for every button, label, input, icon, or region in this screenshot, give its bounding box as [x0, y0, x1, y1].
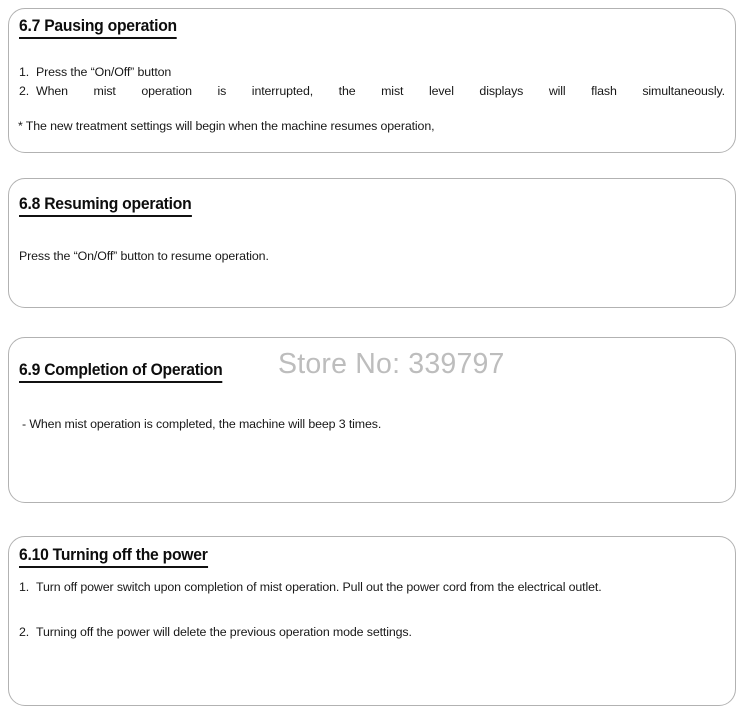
list-item-text: Turn off power switch upon completion of… — [36, 580, 602, 594]
section-heading-6-10: 6.10 Turning off the power — [19, 546, 208, 568]
list-item-marker: 2. — [19, 84, 30, 98]
list-item: 2. Turning off the power will delete the… — [19, 624, 659, 641]
list-item: 1. Press the “On/Off” button — [19, 64, 725, 81]
list-item: 2. When mist operation is interrupted, t… — [19, 83, 725, 100]
list-item-marker: 2. — [19, 625, 30, 639]
section-heading-6-9: 6.9 Completion of Operation — [19, 361, 223, 383]
section-body-6-8: Press the “On/Off” button to resume oper… — [19, 249, 269, 263]
section-heading-6-8: 6.8 Resuming operation — [19, 195, 192, 217]
list-item: 1. Turn off power switch upon completion… — [19, 579, 619, 596]
document-page: 6.7 Pausing operation 1. Press the “On/O… — [0, 0, 750, 728]
list-item-text: Turning off the power will delete the pr… — [36, 625, 412, 639]
list-item-text: When mist operation is interrupted, the … — [36, 84, 725, 98]
list-item-marker: 1. — [19, 580, 30, 594]
section-heading-6-7: 6.7 Pausing operation — [19, 17, 177, 39]
list-item-marker: 1. — [19, 65, 30, 79]
list-item-text: Press the “On/Off” button — [36, 65, 172, 79]
section-body-6-9: - When mist operation is completed, the … — [22, 417, 382, 431]
section-note-6-7: * The new treatment settings will begin … — [18, 119, 435, 133]
